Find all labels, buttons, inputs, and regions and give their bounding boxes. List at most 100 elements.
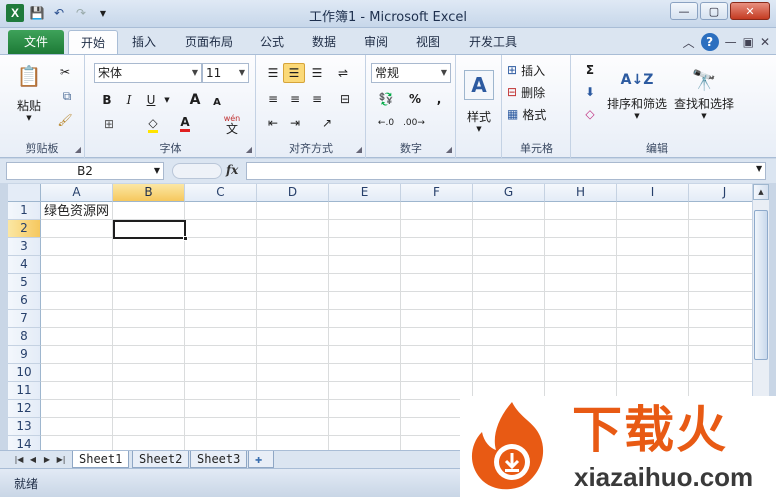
format-cells-button[interactable]: ▦ 格式 xyxy=(507,105,567,123)
minimize-button[interactable]: — xyxy=(670,2,698,20)
clear-icon[interactable]: ◇ xyxy=(578,105,602,123)
tab-data[interactable]: 数据 xyxy=(304,30,344,54)
workbook-restore-icon[interactable]: ▣ xyxy=(743,35,754,49)
accounting-format-icon[interactable]: 💱 xyxy=(373,89,399,109)
row-header-5[interactable]: 5 xyxy=(8,274,41,292)
cell-a1[interactable]: 绿色资源网 xyxy=(44,203,109,220)
copy-icon[interactable]: ⧉ xyxy=(56,87,78,105)
name-box[interactable]: B2 ▼ xyxy=(6,162,164,180)
orientation-icon[interactable]: ↗ xyxy=(315,113,339,133)
column-header-f[interactable]: F xyxy=(401,184,473,202)
align-right-icon[interactable]: ≡ xyxy=(307,89,327,109)
sheet-tab-sheet3[interactable]: Sheet3 xyxy=(190,451,248,468)
expand-formula-icon[interactable]: ▼ xyxy=(756,164,762,173)
find-select-button[interactable]: 🔭 查找和选择 ▼ xyxy=(672,59,736,125)
scroll-thumb[interactable] xyxy=(754,210,768,360)
column-header-d[interactable]: D xyxy=(257,184,329,202)
align-center-icon[interactable]: ≡ xyxy=(285,89,305,109)
phonetic-guide-button[interactable]: wén 文 xyxy=(218,113,246,135)
select-all-corner[interactable] xyxy=(8,184,41,202)
row-header-9[interactable]: 9 xyxy=(8,346,41,364)
tab-developer[interactable]: 开发工具 xyxy=(460,30,526,54)
column-header-b[interactable]: B xyxy=(113,184,185,202)
align-bottom-icon[interactable]: ☰ xyxy=(307,63,327,83)
number-launcher-icon[interactable]: ◢ xyxy=(446,145,452,154)
row-header-13[interactable]: 13 xyxy=(8,418,41,436)
column-header-e[interactable]: E xyxy=(329,184,401,202)
underline-button[interactable]: U xyxy=(142,91,160,109)
column-header-i[interactable]: I xyxy=(617,184,689,202)
clipboard-launcher-icon[interactable]: ◢ xyxy=(75,145,81,154)
tab-insert[interactable]: 插入 xyxy=(124,30,164,54)
workbook-close-icon[interactable]: ✕ xyxy=(760,35,770,49)
sheet-tab-sheet1[interactable]: Sheet1 xyxy=(72,451,130,468)
bold-button[interactable]: B xyxy=(98,91,116,109)
delete-cells-button[interactable]: ⊟ 删除 xyxy=(507,83,567,101)
number-format-select[interactable]: 常规 ▼ xyxy=(371,63,451,83)
tab-formulas[interactable]: 公式 xyxy=(252,30,292,54)
increase-indent-icon[interactable]: ⇥ xyxy=(285,113,305,133)
sort-filter-button[interactable]: A↓Z 排序和筛选 ▼ xyxy=(606,59,668,125)
tab-home[interactable]: 开始 xyxy=(68,30,118,54)
last-sheet-icon[interactable]: ▶| xyxy=(54,452,68,467)
help-icon[interactable]: ? xyxy=(700,33,719,51)
borders-icon[interactable]: ⊞ xyxy=(98,115,120,133)
row-header-7[interactable]: 7 xyxy=(8,310,41,328)
row-header-14[interactable]: 14 xyxy=(8,436,41,450)
alignment-launcher-icon[interactable]: ◢ xyxy=(356,145,362,154)
tab-view[interactable]: 视图 xyxy=(408,30,448,54)
workbook-minimize-icon[interactable]: — xyxy=(725,35,737,49)
decrease-decimal-icon[interactable]: .00→ xyxy=(401,113,427,133)
first-sheet-icon[interactable]: |◀ xyxy=(12,452,26,467)
tab-file[interactable]: 文件 xyxy=(8,30,64,54)
formula-bar-splitter[interactable] xyxy=(172,163,222,179)
autosum-button[interactable]: Σ xyxy=(578,61,602,79)
italic-button[interactable]: I xyxy=(120,91,138,109)
tab-page-layout[interactable]: 页面布局 xyxy=(176,30,242,54)
percent-button[interactable]: % xyxy=(407,89,423,109)
shrink-font-button[interactable]: A xyxy=(208,93,226,111)
prev-sheet-icon[interactable]: ◀ xyxy=(26,452,40,467)
row-header-11[interactable]: 11 xyxy=(8,382,41,400)
column-header-a[interactable]: A xyxy=(41,184,113,202)
merge-center-icon[interactable]: ⊟ xyxy=(333,89,357,109)
tab-review[interactable]: 审阅 xyxy=(356,30,396,54)
row-header-10[interactable]: 10 xyxy=(8,364,41,382)
underline-dropdown-icon[interactable]: ▼ xyxy=(162,91,172,109)
decrease-indent-icon[interactable]: ⇤ xyxy=(263,113,283,133)
fill-handle[interactable] xyxy=(183,236,188,241)
row-header-1[interactable]: 1 xyxy=(8,202,41,220)
row-header-4[interactable]: 4 xyxy=(8,256,41,274)
column-header-j[interactable]: J xyxy=(689,184,752,202)
align-top-icon[interactable]: ☰ xyxy=(263,63,283,83)
row-header-2[interactable]: 2 xyxy=(8,220,41,238)
row-header-3[interactable]: 3 xyxy=(8,238,41,256)
cut-icon[interactable]: ✂ xyxy=(56,63,74,81)
insert-function-icon[interactable]: fx xyxy=(226,163,238,177)
font-color-button[interactable]: A xyxy=(174,115,196,133)
comma-button[interactable]: , xyxy=(431,89,447,109)
grow-font-button[interactable]: A xyxy=(186,91,204,109)
paste-button[interactable]: 📋 粘贴 ▼ xyxy=(12,61,46,122)
align-left-icon[interactable]: ≡ xyxy=(263,89,283,109)
sheet-tab-sheet2[interactable]: Sheet2 xyxy=(132,451,190,468)
maximize-button[interactable]: ▢ xyxy=(700,2,728,20)
wrap-text-icon[interactable]: ⇌ xyxy=(333,63,353,83)
font-launcher-icon[interactable]: ◢ xyxy=(246,145,252,154)
row-header-6[interactable]: 6 xyxy=(8,292,41,310)
format-painter-icon[interactable]: 🖌 xyxy=(56,111,74,129)
scroll-up-icon[interactable]: ▲ xyxy=(753,184,769,200)
styles-button[interactable]: A 样式 ▼ xyxy=(463,61,495,141)
increase-decimal-icon[interactable]: ←.0 xyxy=(373,113,399,133)
font-size-select[interactable]: 11 ▼ xyxy=(202,63,249,83)
insert-sheet-icon[interactable]: ✚ xyxy=(248,451,274,468)
row-header-12[interactable]: 12 xyxy=(8,400,41,418)
next-sheet-icon[interactable]: ▶ xyxy=(40,452,54,467)
fill-icon[interactable]: ⬇ xyxy=(578,83,602,101)
fill-color-icon[interactable]: ◇ xyxy=(142,115,164,133)
insert-cells-button[interactable]: ⊞ 插入 xyxy=(507,61,567,79)
column-header-c[interactable]: C xyxy=(185,184,257,202)
formula-input[interactable] xyxy=(246,162,766,180)
minimize-ribbon-icon[interactable]: ︿ xyxy=(683,34,695,51)
font-family-select[interactable]: 宋体 ▼ xyxy=(94,63,202,83)
